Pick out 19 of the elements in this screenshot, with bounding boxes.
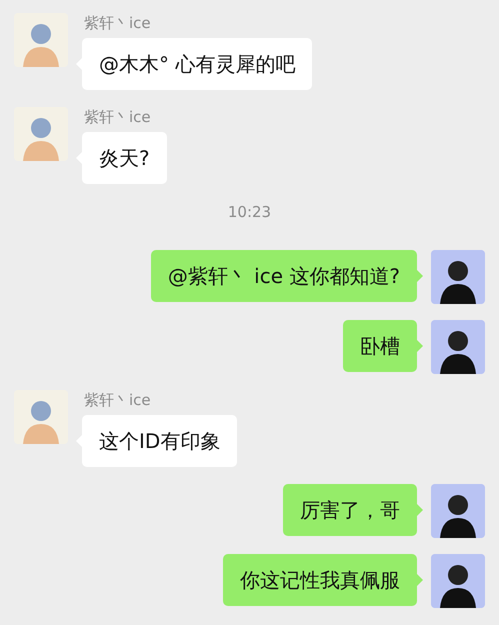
message-bubble: 你这记性我真佩服 xyxy=(223,554,417,606)
bubble-tail-icon xyxy=(417,340,423,352)
bubble-tail-icon xyxy=(417,270,423,282)
message-bubble: 炎天? xyxy=(82,132,167,184)
message-bubble: @紫轩丶 ice 这你都知道? xyxy=(150,250,417,302)
timestamp: 10:23 xyxy=(226,202,272,223)
avatar-icon[interactable] xyxy=(431,554,485,608)
sender-name: 紫轩丶ice xyxy=(84,13,151,33)
message-bubble: @木木° 心有灵犀的吧 xyxy=(82,38,312,90)
message-bubble: 这个ID有印象 xyxy=(82,414,238,466)
message-bubble: 卧槽 xyxy=(343,320,417,372)
avatar-icon[interactable] xyxy=(431,250,485,304)
bubble-tail-icon xyxy=(417,504,423,516)
avatar-icon[interactable] xyxy=(431,484,485,538)
sender-name: 紫轩丶ice xyxy=(84,107,151,127)
message-bubble: 厉害了，哥 xyxy=(283,484,417,536)
bubble-tail-icon xyxy=(417,574,423,586)
avatar-icon[interactable] xyxy=(431,320,485,374)
sender-name: 紫轩丶ice xyxy=(84,390,151,410)
